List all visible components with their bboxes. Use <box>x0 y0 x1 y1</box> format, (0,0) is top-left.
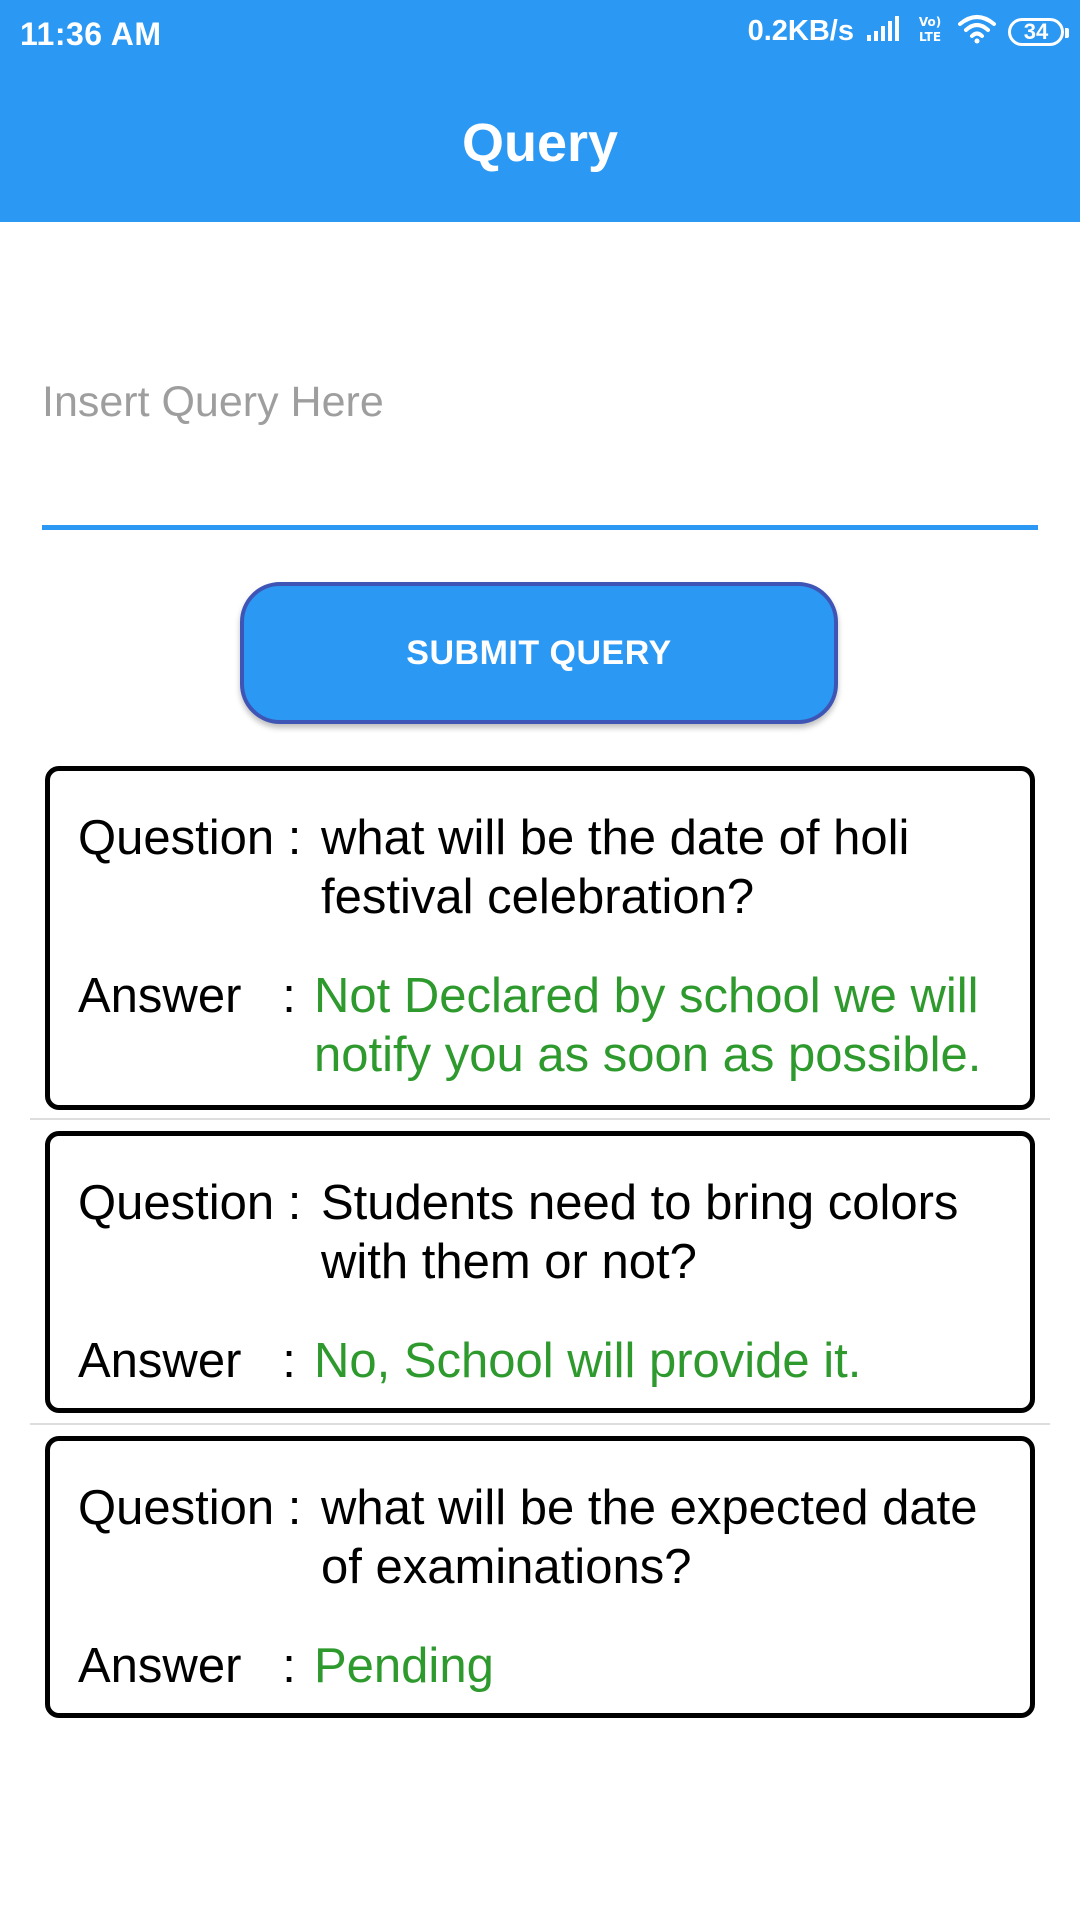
answer-label: Answer : <box>78 1639 296 1693</box>
answer-text: No, School will provide it. <box>314 1334 862 1388</box>
question-text: what will be the date of holi festival c… <box>321 811 910 924</box>
question-text: what will be the expected date of examin… <box>321 1481 978 1594</box>
status-icons: 0.2KB/s Vo) LTE 34 <box>747 14 1069 49</box>
divider <box>30 1423 1050 1425</box>
submit-query-button[interactable]: SUBMIT QUERY <box>240 582 838 724</box>
signal-icon <box>866 15 902 48</box>
answer-text: Not Declared by school we will notify yo… <box>314 969 982 1082</box>
svg-text:Vo): Vo) <box>919 15 941 29</box>
status-bar: 11:36 AM 0.2KB/s Vo) LTE 34 <box>0 0 1080 74</box>
battery-icon: 34 <box>1008 17 1069 46</box>
app-bar: 11:36 AM 0.2KB/s Vo) LTE 34 Query <box>0 0 1080 222</box>
svg-text:LTE: LTE <box>919 30 941 44</box>
question-label: Question : <box>78 1176 302 1230</box>
status-time: 11:36 AM <box>20 16 162 52</box>
battery-level: 34 <box>1023 18 1049 44</box>
query-input-placeholder: Insert Query Here <box>42 378 384 426</box>
question-label: Question : <box>78 1481 302 1535</box>
wifi-icon <box>958 14 996 49</box>
query-card: Question : what will be the date of holi… <box>45 766 1035 1110</box>
query-card: Question : Students need to bring colors… <box>45 1131 1035 1413</box>
page-title: Query <box>461 113 619 173</box>
query-input[interactable]: Insert Query Here <box>42 360 1038 530</box>
volte-icon: Vo) LTE <box>914 14 946 49</box>
answer-label: Answer : <box>78 1334 296 1388</box>
query-input-underline <box>42 525 1038 530</box>
question-label: Question : <box>78 811 302 865</box>
divider <box>30 1118 1050 1120</box>
answer-text: Pending <box>314 1639 494 1693</box>
question-text: Students need to bring colors with them … <box>321 1176 959 1289</box>
query-card: Question : what will be the expected dat… <box>45 1436 1035 1718</box>
network-speed: 0.2KB/s <box>747 15 854 47</box>
answer-label: Answer : <box>78 969 296 1023</box>
